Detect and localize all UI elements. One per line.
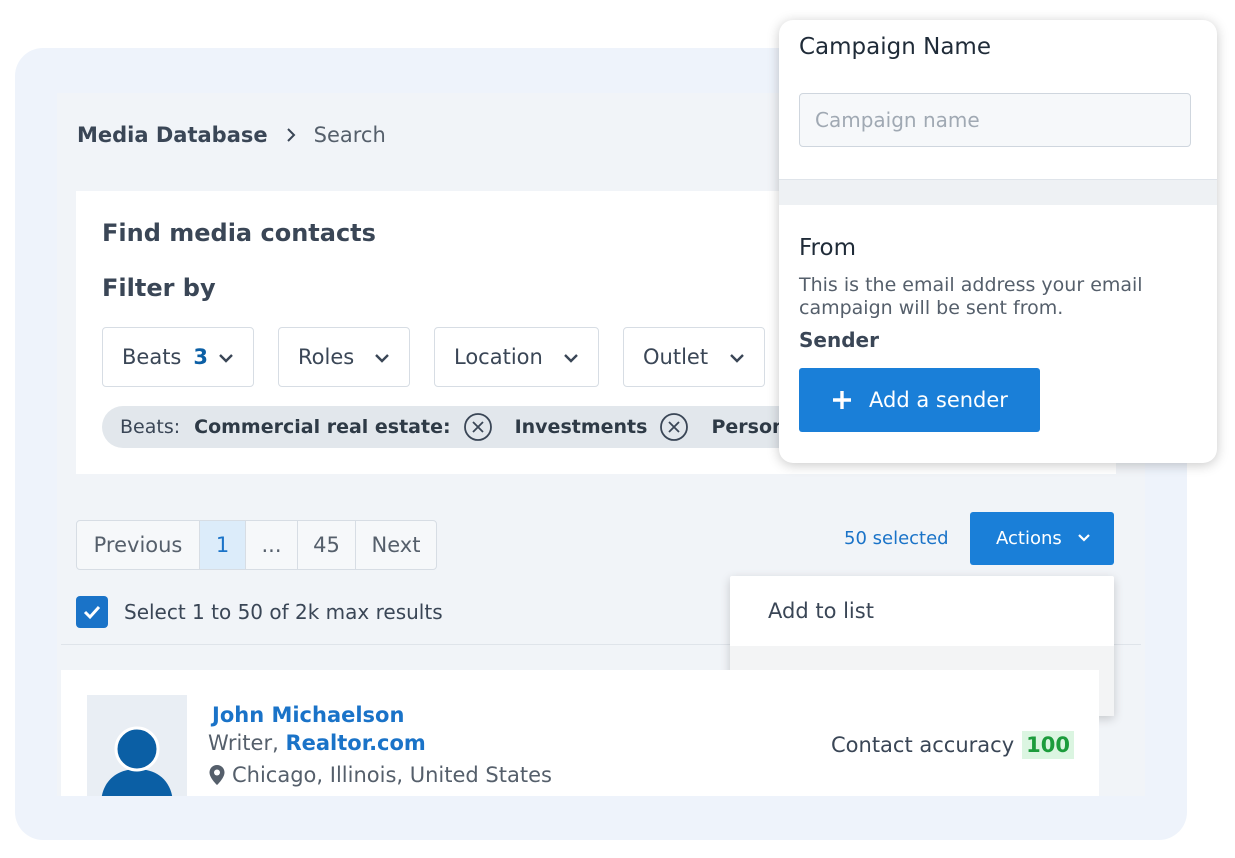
- page-ellipsis: ...: [246, 521, 298, 569]
- actions-button-label: Actions: [996, 528, 1062, 549]
- beats-filter-button[interactable]: Beats 3: [102, 327, 254, 387]
- chevron-down-icon: [564, 354, 578, 363]
- chevron-down-icon: [219, 354, 233, 363]
- actions-button[interactable]: Actions: [970, 512, 1114, 565]
- contact-outlet-link[interactable]: Realtor.com: [285, 731, 425, 755]
- chip-group-label: Beats:: [120, 416, 181, 438]
- filter-card-title: Find media contacts: [102, 219, 376, 247]
- previous-page-button[interactable]: Previous: [77, 521, 200, 569]
- campaign-name-title: Campaign Name: [799, 34, 991, 60]
- contact-accuracy-label: Contact accuracy: [831, 733, 1015, 757]
- contact-accuracy-badge: 100: [1022, 731, 1074, 759]
- sender-label: Sender: [799, 328, 879, 352]
- user-avatar-icon: [101, 726, 173, 796]
- location-filter-label: Location: [454, 345, 543, 369]
- location-filter-button[interactable]: Location: [434, 327, 599, 387]
- select-all-checkbox[interactable]: [76, 596, 108, 628]
- selected-count: 50 selected: [844, 528, 949, 549]
- contact-location-text: Chicago, Illinois, United States: [232, 763, 552, 787]
- pagination: Previous 1 ... 45 Next: [76, 520, 437, 570]
- chip-commercial-real-estate: Commercial real estate:: [194, 416, 451, 438]
- chevron-down-icon: [375, 354, 389, 363]
- contact-role-line: Writer, Realtor.com: [208, 731, 426, 755]
- campaign-name-input[interactable]: [799, 93, 1191, 147]
- add-sender-button[interactable]: Add a sender: [799, 368, 1040, 432]
- beats-filter-label: Beats: [122, 345, 182, 369]
- active-filter-chips: Beats: Commercial real estate: Investmen…: [102, 406, 822, 448]
- beats-filter-count: 3: [193, 345, 208, 369]
- chip-investments: Investments: [514, 416, 648, 438]
- contact-location: Chicago, Illinois, United States: [208, 763, 552, 787]
- outlet-filter-button[interactable]: Outlet: [623, 327, 765, 387]
- roles-filter-button[interactable]: Roles: [278, 327, 410, 387]
- add-sender-label: Add a sender: [869, 388, 1008, 412]
- chevron-down-icon: [730, 354, 744, 363]
- next-page-button[interactable]: Next: [356, 521, 436, 569]
- panel-divider: [779, 179, 1217, 205]
- from-title: From: [799, 235, 856, 261]
- contact-card: John Michaelson Writer, Realtor.com Chic…: [61, 670, 1099, 796]
- select-all-label: Select 1 to 50 of 2k max results: [124, 600, 443, 624]
- breadcrumb-root[interactable]: Media Database: [77, 123, 268, 147]
- breadcrumb: Media Database Search: [77, 123, 386, 147]
- contact-accuracy: Contact accuracy 100: [831, 731, 1074, 759]
- plus-icon: [833, 391, 851, 409]
- close-circle-icon[interactable]: [659, 412, 689, 442]
- contact-name[interactable]: John Michaelson: [212, 703, 404, 727]
- contact-role: Writer,: [208, 731, 279, 755]
- map-pin-icon: [209, 765, 225, 785]
- campaign-panel: Campaign Name From This is the email add…: [779, 20, 1217, 463]
- page-1-button[interactable]: 1: [200, 521, 246, 569]
- roles-filter-label: Roles: [298, 345, 355, 369]
- avatar: [87, 695, 187, 796]
- from-description: This is the email address your email cam…: [799, 274, 1143, 319]
- chevron-right-icon: [268, 127, 314, 143]
- page-45-button[interactable]: 45: [298, 521, 356, 569]
- breadcrumb-current: Search: [313, 123, 386, 147]
- outlet-filter-label: Outlet: [643, 345, 709, 369]
- close-circle-icon[interactable]: [463, 412, 493, 442]
- check-icon: [83, 605, 101, 620]
- menu-item-add-to-list[interactable]: Add to list: [730, 576, 1114, 646]
- chevron-down-icon: [1078, 534, 1090, 542]
- filter-by-label: Filter by: [102, 274, 216, 302]
- select-all-row: Select 1 to 50 of 2k max results: [76, 596, 443, 628]
